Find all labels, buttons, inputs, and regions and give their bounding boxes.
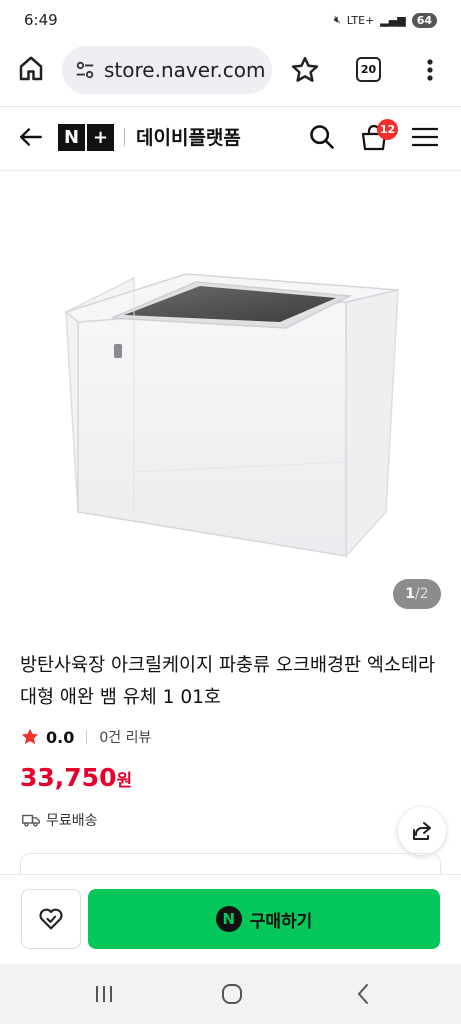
- review-count[interactable]: 0건 리뷰: [99, 727, 151, 747]
- rating-row[interactable]: 0.0 0건 리뷰: [20, 727, 151, 747]
- image-counter: 1 / 2: [393, 579, 441, 609]
- image-total: 2: [419, 586, 429, 602]
- search-icon[interactable]: [308, 123, 336, 151]
- naver-pay-icon: N: [215, 906, 242, 932]
- address-bar[interactable]: store.naver.com: [62, 46, 272, 94]
- home-icon[interactable]: [16, 54, 46, 84]
- divider: [0, 106, 461, 107]
- acrylic-cage-illustration: [64, 273, 399, 558]
- star-icon: [21, 728, 39, 745]
- bookmark-star-icon[interactable]: [290, 55, 320, 85]
- shipping-label: 무료배송: [46, 813, 98, 829]
- signal-icon: ▂▄▆: [380, 13, 406, 27]
- product-title: 방탄사육장 아크릴케이지 파충류 오크배경판 엑소테라 대형 애완 뱀 유체 1…: [20, 655, 435, 708]
- status-time: 6:49: [24, 11, 58, 29]
- battery-level: 64: [411, 12, 437, 28]
- buy-label: 구매하기: [249, 911, 313, 932]
- price: 33,750원: [20, 763, 132, 792]
- shipping-info: 무료배송: [22, 810, 98, 830]
- tab-switcher-button[interactable]: 20: [356, 57, 381, 82]
- cart-count-badge: 12: [377, 119, 398, 140]
- more-menu-icon[interactable]: [420, 55, 440, 85]
- mute-icon: 🔇︎: [333, 13, 341, 26]
- image-current: 1: [405, 586, 416, 602]
- product-image[interactable]: [0, 172, 461, 620]
- separator: [86, 730, 88, 744]
- site-header: N + 데이비플랫폼 12: [0, 108, 461, 168]
- price-unit: 원: [116, 771, 133, 791]
- url-text: store.naver.com: [104, 58, 266, 82]
- home-nav-icon[interactable]: [220, 982, 244, 1006]
- share-button[interactable]: [398, 807, 446, 855]
- status-bar: 6:49 🔇︎ LTE+ ▂▄▆ 64: [0, 0, 461, 40]
- back-nav-icon[interactable]: [352, 982, 376, 1006]
- share-icon: [413, 822, 431, 840]
- browser-toolbar: store.naver.com 20: [0, 42, 461, 98]
- system-nav-bar: [0, 964, 461, 1024]
- wishlist-button[interactable]: [21, 889, 81, 949]
- naver-plus-logo[interactable]: N +: [58, 124, 114, 151]
- logo-n: N: [58, 124, 85, 151]
- site-settings-icon[interactable]: [74, 59, 96, 81]
- recent-apps-icon[interactable]: [92, 982, 116, 1006]
- hamburger-menu-icon[interactable]: [412, 126, 438, 148]
- network-type: LTE+: [346, 13, 375, 27]
- bottom-action-bar: N 구매하기: [0, 874, 461, 964]
- rating-score: 0.0: [46, 727, 75, 747]
- buy-button[interactable]: N 구매하기: [88, 889, 440, 949]
- truck-icon: [22, 814, 40, 827]
- separator: [124, 128, 125, 146]
- divider: [0, 170, 461, 171]
- status-icons: 🔇︎ LTE+ ▂▄▆ 64: [333, 12, 437, 28]
- back-arrow-icon[interactable]: [18, 124, 44, 150]
- heart-icon: [39, 908, 63, 930]
- store-name[interactable]: 데이비플랫폼: [136, 123, 241, 150]
- logo-plus: +: [87, 124, 114, 151]
- price-value: 33,750: [20, 763, 117, 792]
